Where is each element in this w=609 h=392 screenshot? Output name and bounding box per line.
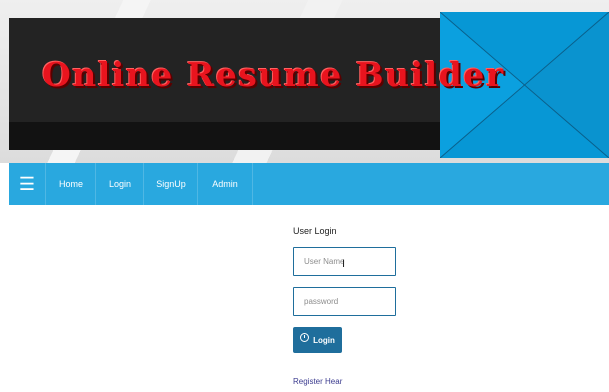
site-title: Online Resume Builder: [42, 55, 505, 94]
nav-item-signup[interactable]: SignUp: [143, 163, 198, 205]
nav-item-admin[interactable]: Admin: [197, 163, 253, 205]
nav-item-home[interactable]: Home: [45, 163, 96, 205]
hamburger-menu-icon[interactable]: ☰: [9, 163, 45, 205]
main-navbar: ☰ Home Login SignUp Admin: [9, 163, 609, 205]
register-link[interactable]: Register Hear: [293, 377, 342, 386]
login-button-label: Login: [313, 335, 335, 345]
password-field[interactable]: [293, 287, 396, 316]
power-icon: [300, 333, 310, 342]
nav-item-login[interactable]: Login: [95, 163, 144, 205]
text-cursor-icon: I: [342, 258, 346, 270]
login-heading: User Login: [293, 226, 337, 236]
login-button[interactable]: Login: [293, 327, 342, 353]
header-banner: Online Resume Builder: [0, 0, 609, 163]
